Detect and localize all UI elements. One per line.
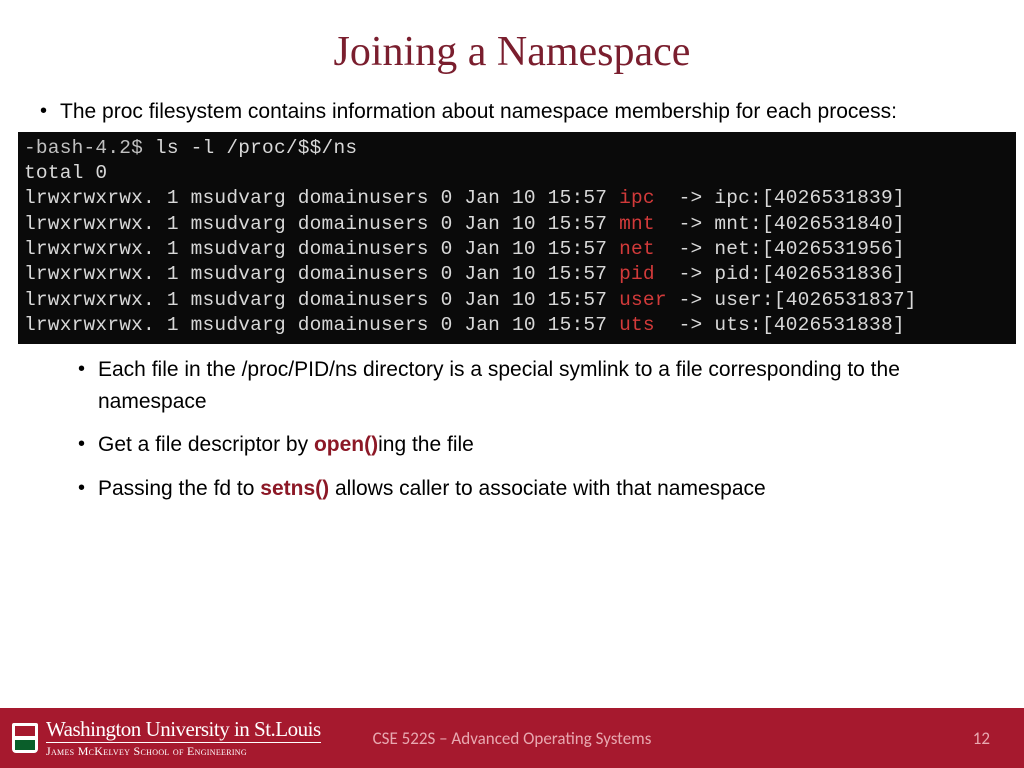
terminal-row: lrwxrwxrwx. 1 msudvarg domainusers 0 Jan… (24, 263, 905, 285)
slide-content: The proc filesystem contains information… (0, 96, 1024, 504)
row-target: -> mnt:[4026531840] (655, 213, 905, 235)
university-logo: Washington University in St.Louis James … (0, 719, 321, 757)
row-perm: lrwxrwxrwx. 1 msudvarg domainusers 0 Jan… (24, 314, 619, 336)
shield-icon (12, 723, 38, 753)
row-ns: user (619, 289, 667, 311)
row-perm: lrwxrwxrwx. 1 msudvarg domainusers 0 Jan… (24, 263, 619, 285)
page-number: 12 (973, 728, 990, 749)
bullet-symlink: Each file in the /proc/PID/ns directory … (78, 354, 994, 417)
bullet-text: The proc filesystem contains information… (60, 100, 897, 123)
row-target: -> uts:[4026531838] (655, 314, 905, 336)
text-seg: Get a file descriptor by (98, 433, 314, 456)
logo-divider (46, 742, 321, 743)
row-ns: mnt (619, 213, 655, 235)
bullet-proc-fs: The proc filesystem contains information… (40, 96, 994, 504)
row-target: -> pid:[4026531836] (655, 263, 905, 285)
terminal-row: lrwxrwxrwx. 1 msudvarg domainusers 0 Jan… (24, 314, 905, 336)
text-seg: ing the file (378, 433, 474, 456)
logo-text: Washington University in St.Louis James … (46, 719, 321, 757)
terminal-total: total 0 (24, 162, 107, 184)
row-perm: lrwxrwxrwx. 1 msudvarg domainusers 0 Jan… (24, 213, 619, 235)
row-perm: lrwxrwxrwx. 1 msudvarg domainusers 0 Jan… (24, 289, 619, 311)
terminal-row: lrwxrwxrwx. 1 msudvarg domainusers 0 Jan… (24, 238, 905, 260)
row-perm: lrwxrwxrwx. 1 msudvarg domainusers 0 Jan… (24, 238, 619, 260)
school-name: James McKelvey School of Engineering (46, 745, 321, 757)
row-target: -> ipc:[4026531839] (655, 187, 905, 209)
text-seg: allows caller to associate with that nam… (329, 477, 766, 500)
terminal-output: -bash-4.2$ ls -l /proc/$$/ns total 0 lrw… (18, 132, 1016, 345)
terminal-prompt: -bash-4.2$ (24, 137, 155, 159)
slide-title: Joining a Namespace (0, 0, 1024, 96)
course-label: CSE 522S – Advanced Operating Systems (373, 728, 652, 749)
terminal-row: lrwxrwxrwx. 1 msudvarg domainusers 0 Jan… (24, 213, 905, 235)
terminal-row: lrwxrwxrwx. 1 msudvarg domainusers 0 Jan… (24, 187, 905, 209)
code-open: open() (314, 433, 378, 456)
row-target: -> net:[4026531956] (655, 238, 905, 260)
row-target: -> user:[4026531837] (667, 289, 917, 311)
text-seg: Passing the fd to (98, 477, 260, 500)
code-setns: setns() (260, 477, 329, 500)
bullet-setns: Passing the fd to setns() allows caller … (78, 473, 994, 505)
terminal-row: lrwxrwxrwx. 1 msudvarg domainusers 0 Jan… (24, 289, 917, 311)
row-ns: uts (619, 314, 655, 336)
row-ns: ipc (619, 187, 655, 209)
row-ns: pid (619, 263, 655, 285)
bullet-open: Get a file descriptor by open()ing the f… (78, 429, 994, 461)
terminal-cmd: ls -l /proc/$$/ns (155, 137, 357, 159)
row-perm: lrwxrwxrwx. 1 msudvarg domainusers 0 Jan… (24, 187, 619, 209)
university-name: Washington University in St.Louis (46, 719, 321, 740)
row-ns: net (619, 238, 655, 260)
slide-footer: Washington University in St.Louis James … (0, 708, 1024, 768)
